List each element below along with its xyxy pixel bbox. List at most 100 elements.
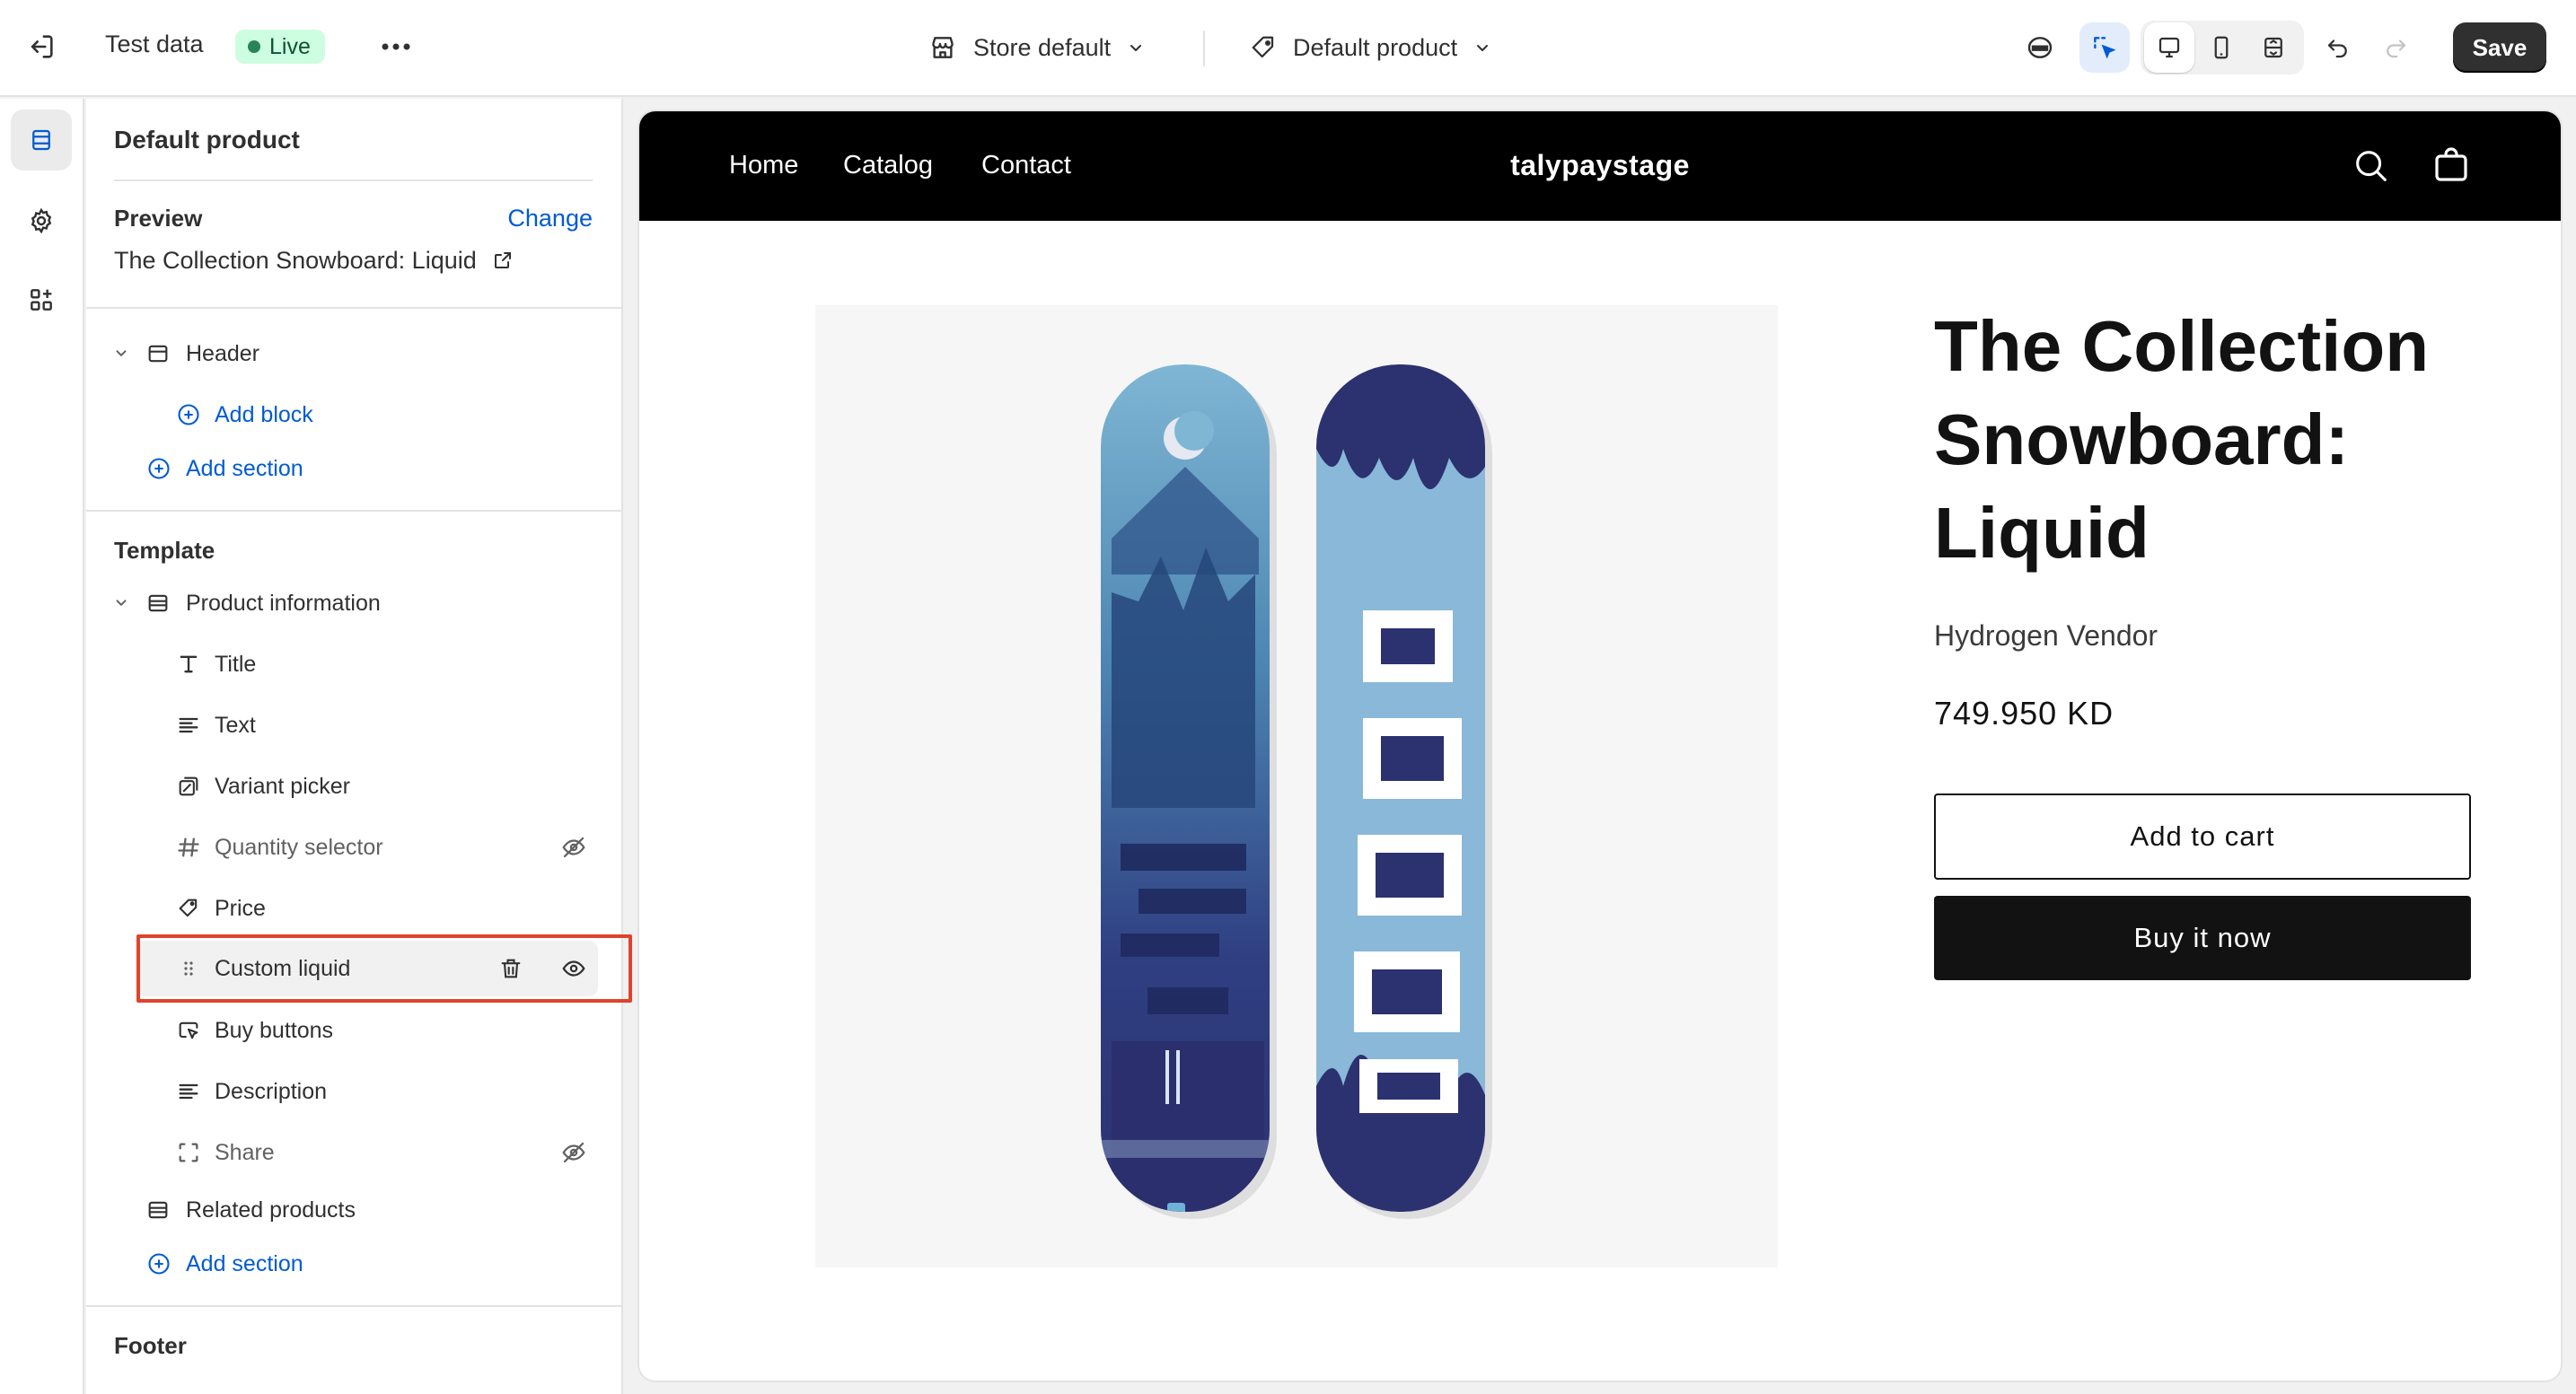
- product-information-row[interactable]: Product information: [86, 578, 621, 628]
- block-label: Variant picker: [215, 773, 350, 799]
- sections-sidebar: Default product Preview Change The Colle…: [86, 99, 623, 1394]
- fullscreen-view-button[interactable]: [2248, 22, 2299, 73]
- preview-label: Preview: [114, 205, 203, 232]
- cursor-button-icon: [175, 1017, 202, 1044]
- product-price: 749.950 KD: [1934, 695, 2114, 732]
- add-to-cart-button[interactable]: Add to cart: [1934, 793, 2471, 880]
- inspector-toggle-button[interactable]: [2079, 22, 2130, 73]
- store-select-label: Store default: [973, 33, 1112, 61]
- theme-settings-button[interactable]: [11, 190, 72, 251]
- divider: [86, 510, 621, 512]
- eye-hidden-icon[interactable]: [560, 834, 587, 861]
- block-row-text[interactable]: Text: [86, 700, 621, 750]
- buy-it-now-button[interactable]: Buy it now: [1934, 896, 2471, 980]
- add-section-label: Add section: [186, 1250, 303, 1276]
- gear-icon: [27, 206, 56, 235]
- block-row-buy-buttons[interactable]: Buy buttons: [86, 1005, 621, 1056]
- product-selector[interactable]: Default product: [1250, 27, 1491, 68]
- preview-product-link[interactable]: The Collection Snowboard: Liquid: [114, 247, 514, 275]
- share-frame-icon: [175, 1139, 202, 1166]
- undo-icon: [2325, 34, 2352, 61]
- external-link-icon: [492, 250, 514, 271]
- exit-icon: [26, 31, 57, 62]
- select-cursor-icon: [2090, 33, 2119, 62]
- snowboard-illustration: [1101, 364, 1492, 1219]
- hash-icon: [175, 834, 202, 861]
- related-products-label: Related products: [186, 1197, 356, 1223]
- add-section-label: Add section: [186, 455, 303, 481]
- block-row-title[interactable]: Title: [86, 639, 621, 689]
- change-preview-link[interactable]: Change: [507, 205, 593, 232]
- eye-hidden-icon[interactable]: [560, 1139, 587, 1166]
- tag-icon: [1250, 34, 1277, 61]
- search-icon[interactable]: [2351, 145, 2392, 191]
- section-icon: [145, 1197, 171, 1223]
- text-title-icon: [175, 651, 202, 678]
- product-information-label: Product information: [186, 590, 381, 616]
- full-width-icon: [2260, 34, 2287, 61]
- block-label: Quantity selector: [215, 834, 383, 860]
- plus-circle-icon: [175, 401, 202, 428]
- block-row-variant-picker[interactable]: Variant picker: [86, 761, 621, 811]
- block-row-description[interactable]: Description: [86, 1066, 621, 1117]
- divider: [114, 180, 593, 181]
- block-label: Buy buttons: [215, 1017, 334, 1043]
- toolbar-divider: [1203, 31, 1205, 66]
- chevron-down-icon: [108, 590, 135, 617]
- apps-icon: [27, 285, 56, 314]
- mobile-icon: [2208, 34, 2235, 61]
- storefront-preview: Home Catalog Contact talypaystage The Co…: [639, 111, 2561, 1381]
- ellipsis-icon: [381, 42, 411, 51]
- sections-icon: [28, 127, 55, 153]
- store-header: Home Catalog Contact talypaystage: [639, 111, 2561, 221]
- store-logo-text[interactable]: talypaystage: [639, 149, 2561, 182]
- block-label: Description: [215, 1078, 328, 1104]
- add-section-template-row[interactable]: Add section: [86, 1239, 621, 1289]
- variant-icon: [175, 773, 202, 800]
- editor-rail: [0, 99, 84, 1394]
- store-selector[interactable]: Store default: [928, 27, 1145, 68]
- add-block-row[interactable]: Add block: [86, 390, 621, 440]
- chevron-down-icon: [1127, 39, 1145, 57]
- product-title: The Collection Snowboard: Liquid: [1934, 306, 2430, 573]
- chevron-down-icon: [108, 340, 135, 367]
- section-icon: [145, 590, 171, 617]
- save-button[interactable]: Save: [2453, 22, 2546, 73]
- ai-assistant-button[interactable]: [2015, 22, 2065, 73]
- block-row-share[interactable]: Share: [86, 1127, 621, 1178]
- text-lines-icon: [175, 1078, 202, 1105]
- exit-button[interactable]: [16, 22, 66, 72]
- block-row-price[interactable]: Price: [86, 883, 621, 934]
- editor-topbar: Test data Live Store default Default pro…: [0, 0, 2576, 97]
- product-vendor: Hydrogen Vendor: [1934, 619, 2158, 652]
- desktop-view-button[interactable]: [2144, 22, 2194, 73]
- sections-tab-button[interactable]: [11, 110, 72, 171]
- apps-button[interactable]: [11, 269, 72, 330]
- store-icon: [928, 33, 957, 62]
- cart-icon[interactable]: [2430, 144, 2473, 191]
- redo-icon: [2382, 34, 2409, 61]
- header-group-row[interactable]: Header: [86, 329, 621, 379]
- more-actions-button[interactable]: [371, 22, 421, 72]
- block-label: Title: [215, 651, 257, 677]
- template-heading: Template: [114, 537, 215, 564]
- related-products-row[interactable]: Related products: [86, 1185, 621, 1235]
- redo-button[interactable]: [2370, 22, 2421, 73]
- product-select-label: Default product: [1293, 33, 1458, 61]
- divider: [86, 307, 621, 309]
- chevron-down-icon: [1473, 39, 1491, 57]
- add-section-header-row[interactable]: Add section: [86, 443, 621, 494]
- live-label: Live: [269, 33, 311, 59]
- undo-button[interactable]: [2313, 22, 2363, 73]
- block-row-quantity-selector[interactable]: Quantity selector: [86, 822, 621, 872]
- sidebar-title: Default product: [114, 126, 300, 153]
- header-group-label: Header: [186, 340, 259, 366]
- add-block-label: Add block: [215, 401, 313, 427]
- mobile-view-button[interactable]: [2196, 22, 2246, 73]
- selection-highlight: [136, 934, 632, 1003]
- block-label: Text: [215, 712, 256, 738]
- preview-product-name: The Collection Snowboard: Liquid: [114, 247, 477, 274]
- plus-circle-icon: [145, 1250, 172, 1277]
- product-image[interactable]: [815, 305, 1778, 1267]
- status-dot-icon: [248, 40, 260, 53]
